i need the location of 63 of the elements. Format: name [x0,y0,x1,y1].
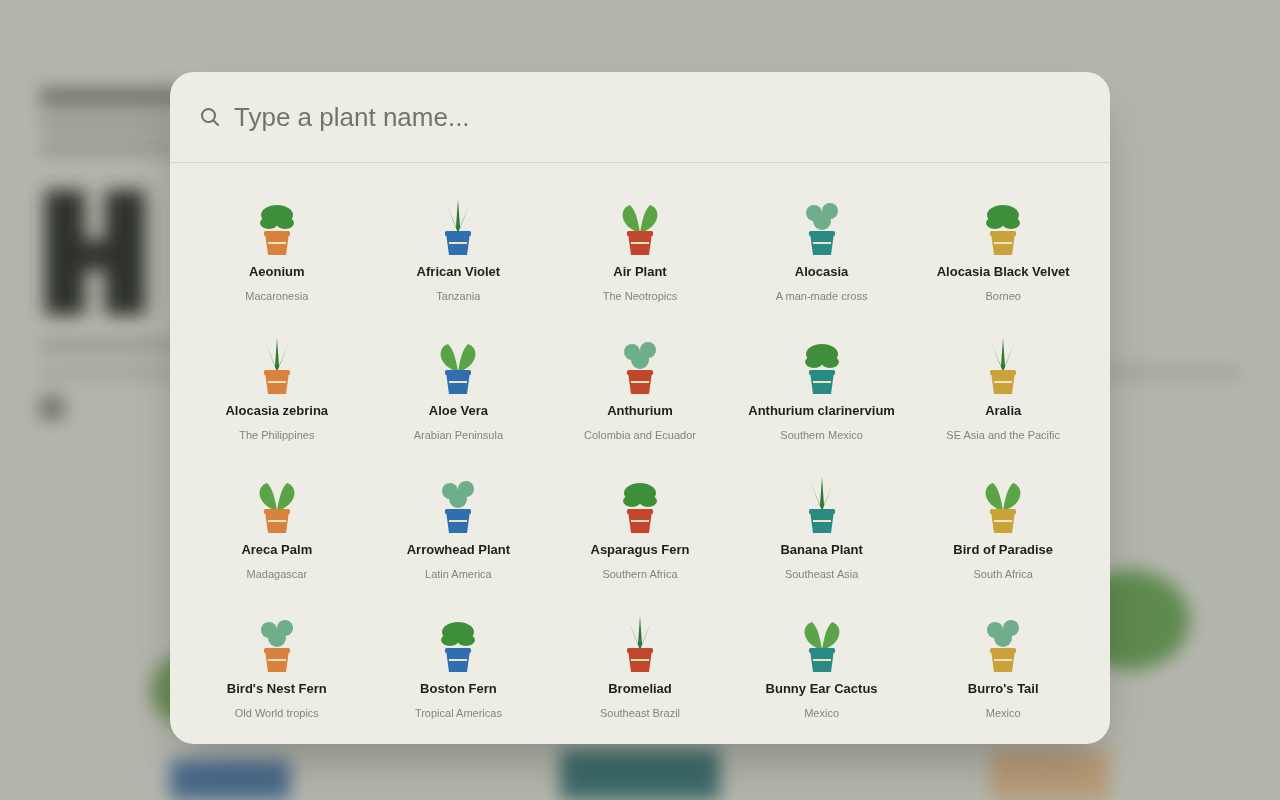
plant-origin: The Neotropics [602,288,678,304]
plant-origin: Macaronesia [245,288,309,304]
plant-name: Asparagus Fern [590,541,690,559]
plant-name: Banana Plant [780,541,863,559]
plant-card[interactable]: Anthurium clarinervium Southern Mexico [730,336,913,475]
plant-name: Anthurium clarinervium [748,402,895,420]
search-field[interactable]: Type a plant name... [234,97,1080,137]
plant-name: Bunny Ear Cactus [765,680,878,698]
plant-origin: A man-made cross [775,288,868,304]
plant-name: Bird's Nest Fern [226,680,327,698]
plant-origin: Tanzania [436,288,481,304]
plant-card[interactable]: Air Plant The Neotropics [549,197,731,336]
plant-origin: Southeast Asia [784,566,859,582]
plant-origin: Madagascar [246,566,308,582]
plant-origin: Colombia and Ecuador [584,427,696,443]
plant-card[interactable]: Alocasia zebrina The Philippines [186,336,368,475]
plant-name: Aloe Vera [428,402,488,420]
plant-origin: Mexico [985,705,1021,721]
plant-origin: Borneo [985,288,1021,304]
plant-origin: Southern Mexico [780,427,863,443]
plant-origin: The Philippines [239,427,315,443]
plant-name: Burro's Tail [967,680,1039,698]
plant-name: Alocasia zebrina [225,402,329,420]
plant-card[interactable]: Banana Plant Southeast Asia [730,475,913,614]
plant-origin: SE Asia and the Pacific [946,427,1061,443]
plant-origin: Arabian Peninsula [413,427,504,443]
plant-card[interactable]: Arrowhead Plant Latin America [367,475,550,614]
plant-origin: Mexico [804,705,839,721]
blurred-icon [40,396,64,420]
plant-card[interactable]: Bromeliad Southeast Brazil [549,614,731,744]
plant-origin: Southeast Brazil [599,705,681,721]
plant-name: Boston Fern [420,680,497,698]
plant-card[interactable]: Anthurium Colombia and Ecuador [549,336,731,475]
plant-name: Arrowhead Plant [406,541,511,559]
plant-card[interactable]: Burro's Tail Mexico [912,614,1094,744]
plant-name: Alocasia Black Velvet [936,263,1070,281]
plant-card[interactable]: Areca Palm Madagascar [186,475,368,614]
plant-origin: Tropical Americas [414,705,502,721]
plant-card[interactable]: Aeonium Macaronesia [186,197,368,336]
plant-origin: Southern Africa [602,566,678,582]
plant-card[interactable]: Alocasia Black Velvet Borneo [912,197,1094,336]
plant-card[interactable]: Alocasia A man-made cross [730,197,913,336]
plant-card[interactable]: Asparagus Fern Southern Africa [549,475,731,614]
plant-origin: South Africa [973,566,1033,582]
plant-name: Anthurium [607,402,673,420]
plant-name: Aralia [985,402,1022,420]
search-icon [200,107,220,127]
plant-card[interactable]: African Violet Tanzania [367,197,550,336]
plant-name: Alocasia [794,263,849,281]
plant-card[interactable]: Bird of Paradise South Africa [912,475,1094,614]
plant-name: Bird of Paradise [953,541,1054,559]
plant-origin: Latin America [425,566,492,582]
plant-origin: Old World tropics [234,705,319,721]
plant-name: Air Plant [613,263,667,281]
plant-card[interactable]: Aralia SE Asia and the Pacific [912,336,1094,475]
plant-card[interactable]: Bunny Ear Cactus Mexico [730,614,913,744]
plant-card[interactable]: Boston Fern Tropical Americas [367,614,550,744]
plant-name: Aeonium [249,263,305,281]
plant-name: African Violet [416,263,501,281]
plant-name: Areca Palm [241,541,313,559]
plant-card[interactable]: Aloe Vera Arabian Peninsula [367,336,550,475]
plant-name: Bromeliad [608,680,672,698]
plant-card[interactable]: Bird's Nest Fern Old World tropics [186,614,368,744]
